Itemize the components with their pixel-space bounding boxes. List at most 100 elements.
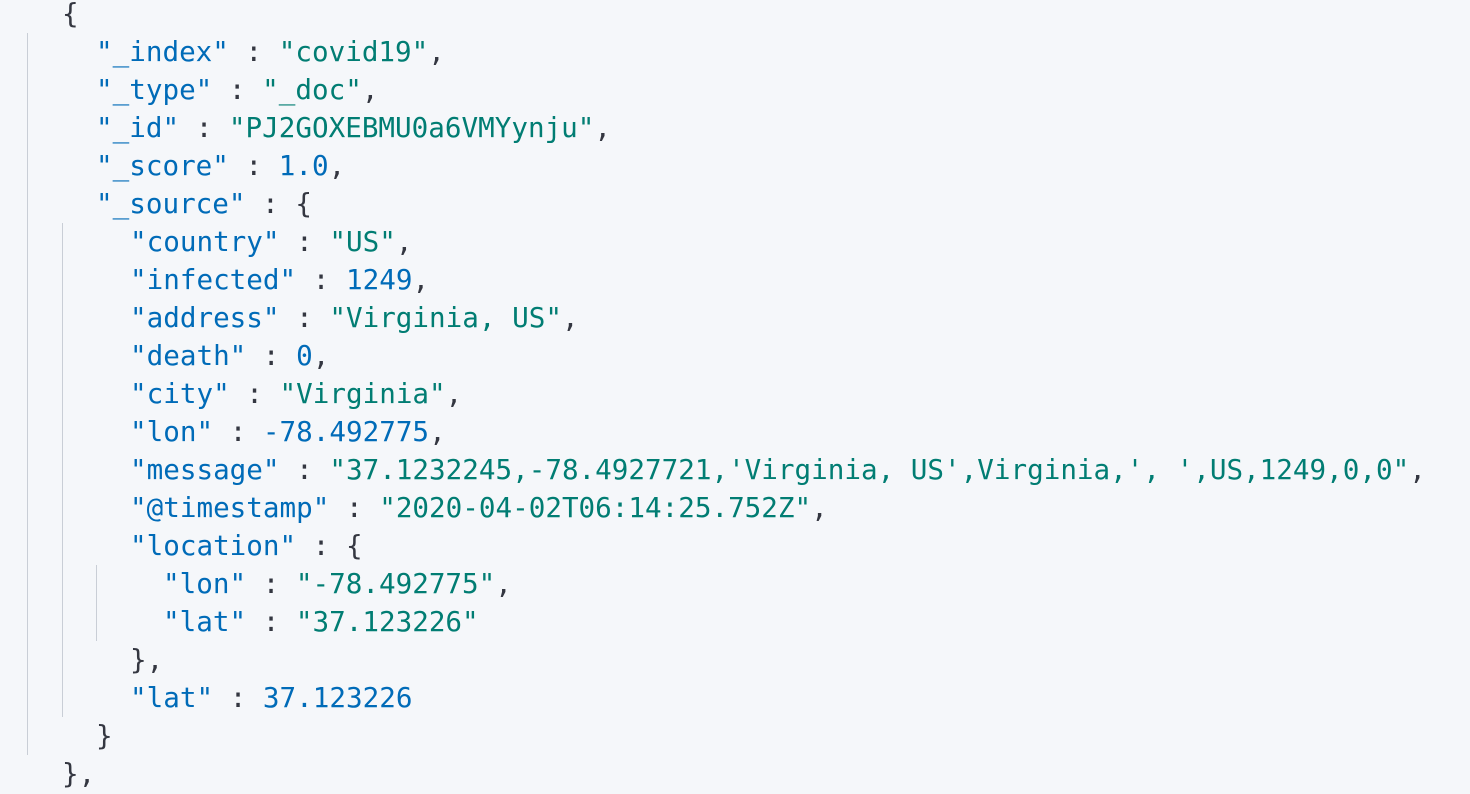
code-line: "infected" : 1249, [130,261,429,299]
json-bracket: { [62,0,79,30]
json-bracket: }, [62,757,96,790]
key-separator: : [279,453,330,486]
indent-guide [62,679,63,717]
json-key: "address" [130,301,280,334]
key-separator: : [179,111,229,144]
json-value: "37.1232245,-78.4927721,'Virginia, US',V… [329,453,1410,486]
key-separator: : [212,73,263,106]
json-key: "@timestamp" [130,491,330,524]
json-bracket: { [345,529,363,562]
trailing-comma: , [361,73,379,106]
json-response-viewer[interactable]: {"_index" : "covid19", "_type" : "_doc", "… [0,0,1470,794]
code-line: "message" : "37.1232245,-78.4927721,'Vir… [130,451,1426,489]
json-value: 1249 [345,263,413,296]
indent-guide [27,71,28,109]
code-line: "location" : { [130,527,363,565]
indent-guide [27,717,28,755]
json-key: "lon" [163,567,247,600]
indent-guide [27,451,28,489]
indent-guide [62,223,63,261]
json-bracket: }, [130,643,164,676]
json-key: "death" [130,339,247,372]
code-line: }, [130,641,163,679]
json-value: "37.123226" [295,605,479,638]
json-key: "lat" [163,605,247,638]
json-value: "_doc" [262,73,362,106]
key-separator: : [329,491,380,524]
key-separator: : [279,301,330,334]
key-separator: : [279,225,330,258]
trailing-comma: , [328,149,346,182]
indent-guide [62,641,63,679]
indent-guide [62,527,63,565]
code-line: "lat" : "37.123226" [163,603,479,641]
json-key: "country" [130,225,280,258]
json-key: "lat" [130,681,214,714]
json-value: "Virginia, US" [329,301,562,334]
json-value: -78.492775 [262,415,430,448]
indent-guide [27,109,28,147]
trailing-comma: , [1409,453,1426,486]
code-line: "_index" : "covid19", [96,33,445,71]
json-value: 1.0 [278,149,329,182]
json-value: "PJ2GOXEBMU0a6VMYynju" [228,111,595,144]
trailing-comma: , [495,567,512,600]
trailing-comma: , [395,225,413,258]
indent-guide [27,565,28,603]
trailing-comma: , [594,111,612,144]
indent-guide [27,223,28,261]
json-key: "infected" [130,263,297,296]
code-line: "lat" : 37.123226 [130,679,412,717]
json-bracket: { [295,187,312,220]
json-key: "lon" [130,415,214,448]
code-line: "_source" : { [96,185,312,223]
json-key: "_score" [96,149,229,182]
indent-guide [62,489,63,527]
json-bracket: } [96,719,113,752]
json-value: 0 [296,339,313,372]
key-separator: : [245,187,296,220]
code-line: "_id" : "PJ2GOXEBMU0a6VMYynju", [96,109,611,147]
indent-guide [27,413,28,451]
json-value: "2020-04-02T06:14:25.752Z" [379,491,812,524]
indent-guide [27,261,28,299]
code-line: { [62,0,79,33]
json-key: "_id" [96,111,180,144]
json-value: "covid19" [278,35,429,68]
indent-guide [62,565,63,603]
code-line: "lon" : "-78.492775", [163,565,512,603]
trailing-comma: , [429,415,446,448]
json-key: "city" [130,377,230,410]
json-key: "message" [130,453,280,486]
json-value: "US" [329,225,396,258]
json-value: 37.123226 [262,681,413,714]
indent-guide [27,33,28,71]
key-separator: : [246,567,296,600]
code-line: }, [62,755,95,793]
indent-guide [27,299,28,337]
indent-guide [96,565,97,603]
key-separator: : [296,529,346,562]
trailing-comma: , [428,35,445,68]
indent-guide [27,337,28,375]
indent-guide [62,299,63,337]
indent-guide [62,375,63,413]
trailing-comma: , [412,263,430,296]
indent-guide [62,261,63,299]
code-line: "country" : "US", [130,223,412,261]
code-line: "lon" : -78.492775, [130,413,446,451]
key-separator: : [229,377,280,410]
json-key: "location" [130,529,297,562]
indent-guide [27,375,28,413]
code-line: "_score" : 1.0, [96,147,345,185]
trailing-comma: , [811,491,828,524]
indent-guide [27,147,28,185]
trailing-comma: , [445,377,463,410]
json-key: "_source" [96,187,246,220]
json-value: "-78.492775" [295,567,496,600]
trailing-comma: , [561,301,579,334]
code-line: } [96,717,113,755]
key-separator: : [228,35,279,68]
json-value: "Virginia" [279,377,446,410]
indent-guide [62,413,63,451]
